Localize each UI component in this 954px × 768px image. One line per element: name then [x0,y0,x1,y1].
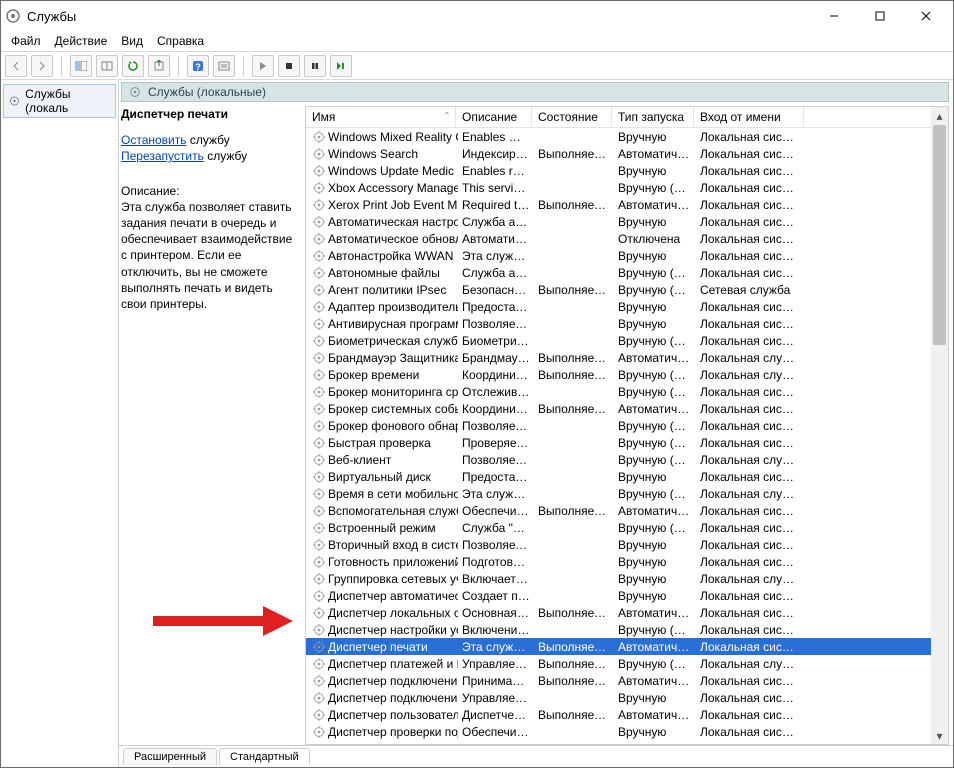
table-row[interactable]: Автоматическая настройк…Служба ав…Вручну… [306,213,948,230]
pane-header: Службы (локальные) [121,82,949,102]
table-row[interactable]: Автонастройка WWANЭта служб…ВручнуюЛокал… [306,247,948,264]
table-row[interactable]: Xbox Accessory Manageme…This servic…Вруч… [306,179,948,196]
service-rows[interactable]: Windows Mixed Reality Op…Enables Mi…Вруч… [306,128,948,744]
pause-service-button[interactable] [304,55,326,77]
table-row[interactable]: Готовность приложенийПодготовк…ВручнуюЛо… [306,553,948,570]
column-state[interactable]: Состояние [532,107,612,127]
menu-action[interactable]: Действие [55,34,108,48]
services-icon [8,94,21,108]
tree-root-services[interactable]: Службы (локаль [3,84,116,118]
table-row[interactable]: Брокер мониторинга сред…Отслежив…Вручную… [306,383,948,400]
annotation-arrow [153,606,293,636]
table-row[interactable]: Автономные файлыСлужба ав…Вручную (ак…Ло… [306,264,948,281]
stop-service-button[interactable] [278,55,300,77]
table-row[interactable]: Windows Mixed Reality Op…Enables Mi…Вруч… [306,128,948,145]
table-row[interactable]: Windows SearchИндексир…ВыполняетсяАвтома… [306,145,948,162]
table-row[interactable]: Вспомогательная служба IPОбеспечи…Выполн… [306,502,948,519]
main-pane: Службы (локальные) Диспетчер печати Оста… [119,80,953,767]
table-row[interactable]: Диспетчер настройки устр…Включени…Вручну… [306,621,948,638]
selected-service-name: Диспетчер печати [121,106,299,122]
table-row[interactable]: Время в сети мобильной с…Эта служб…Вручн… [306,485,948,502]
table-row[interactable]: Агент политики IPsecБезопасно…Выполняетс… [306,281,948,298]
scroll-down-button[interactable]: ▾ [931,727,948,744]
details-pane: Диспетчер печати Остановить службу Перез… [121,106,299,745]
back-button[interactable] [5,55,27,77]
table-row[interactable]: Брандмауэр Защитника W…Брандмау…Выполняе… [306,349,948,366]
tree-root-label: Службы (локаль [25,87,111,115]
table-row[interactable]: Веб-клиентПозволяет…Вручную (ак…Локальна… [306,451,948,468]
table-row[interactable]: Быстрая проверкаПроверяет…Вручную (ак…Ло… [306,434,948,451]
menu-file[interactable]: Файл [11,34,41,48]
column-description[interactable]: Описание [456,107,532,127]
column-name[interactable]: Имяˆ [306,107,456,127]
table-row[interactable]: Брокер времениКоордини…ВыполняетсяВручну… [306,366,948,383]
table-row[interactable]: Брокер системных событийКоордини…Выполня… [306,400,948,417]
restart-service-button[interactable] [330,55,352,77]
column-headers: Имяˆ Описание Состояние Тип запуска Вход… [306,107,948,128]
properties-button[interactable] [96,55,118,77]
show-hide-tree-button[interactable] [70,55,92,77]
table-row[interactable]: Адаптер производительно…Предостав…Вручну… [306,298,948,315]
tree-pane: Службы (локаль [1,80,119,767]
svg-text:?: ? [195,62,201,72]
table-row[interactable]: Виртуальный дискПредостав…ВручнуюЛокальн… [306,468,948,485]
table-row[interactable]: Биометрическая служба …Биометри…Вручную … [306,332,948,349]
start-service-button[interactable] [252,55,274,77]
menu-help[interactable]: Справка [157,34,204,48]
table-row[interactable]: Windows Update Medic Ser…Enables re…Вруч… [306,162,948,179]
table-row[interactable]: Диспетчер автоматически…Создает п…Вручну… [306,587,948,604]
table-row[interactable]: Диспетчер печатиЭта служб…ВыполняетсяАвт… [306,638,948,655]
export-button[interactable] [148,55,170,77]
column-logon[interactable]: Вход от имени [694,107,804,127]
minimize-button[interactable] [811,1,857,31]
refresh-button[interactable] [122,55,144,77]
table-row[interactable]: Диспетчер платежей и NF…Управляет…Выполн… [306,655,948,672]
table-row[interactable]: Диспетчер подключений …Управляет…Вручную… [306,689,948,706]
services-app-icon [5,8,21,24]
scrollbar[interactable]: ▴ ▾ [931,107,948,744]
description-text: Эта служба позволяет ставить задания печ… [121,199,299,312]
table-row[interactable]: Xerox Print Job Event Mana…Required t…Вы… [306,196,948,213]
menubar: Файл Действие Вид Справка [1,31,953,52]
table-row[interactable]: Вторичный вход в системуПозволяет…Вручну… [306,536,948,553]
tab-standard[interactable]: Стандартный [219,748,310,765]
table-row[interactable]: Диспетчер пользователейДиспетчер…Выполня… [306,706,948,723]
menu-view[interactable]: Вид [121,34,143,48]
table-row[interactable]: Антивирусная программа …Позволяет…Вручну… [306,315,948,332]
table-row[interactable]: Диспетчер проверки подл…Обеспечи…Вручную… [306,723,948,740]
table-row[interactable]: Брокер фонового обнару…Позволяет…Вручную… [306,417,948,434]
scroll-thumb[interactable] [933,125,946,345]
service-list: Имяˆ Описание Состояние Тип запуска Вход… [305,106,949,745]
table-row[interactable]: Встроенный режимСлужба "В…Вручную (ак…Ло… [306,519,948,536]
action-list-button[interactable] [213,55,235,77]
stop-service-link[interactable]: Остановить [121,133,187,147]
help-button[interactable]: ? [187,55,209,77]
close-button[interactable] [903,1,949,31]
sort-asc-icon: ˆ [445,110,449,124]
table-row[interactable]: Автоматическое обновле…Автомати…Отключен… [306,230,948,247]
pane-title: Службы (локальные) [148,85,266,99]
description-label: Описание: [121,183,299,199]
titlebar: Службы [1,1,953,31]
table-row[interactable]: Диспетчер локальных сеа…Основная …Выполн… [306,604,948,621]
toolbar: ? [1,52,953,80]
services-icon [128,85,142,99]
table-row[interactable]: Группировка сетевых учас…Включает …Вручн… [306,570,948,587]
forward-button[interactable] [31,55,53,77]
window-title: Службы [27,9,76,24]
view-tabs: Расширенный Стандартный [119,745,953,767]
table-row[interactable]: Диспетчер подключений …Принимае…Выполняе… [306,672,948,689]
column-startup[interactable]: Тип запуска [612,107,694,127]
scroll-up-button[interactable]: ▴ [931,107,948,124]
maximize-button[interactable] [857,1,903,31]
restart-service-link[interactable]: Перезапустить [121,149,204,163]
tab-extended[interactable]: Расширенный [123,748,217,765]
